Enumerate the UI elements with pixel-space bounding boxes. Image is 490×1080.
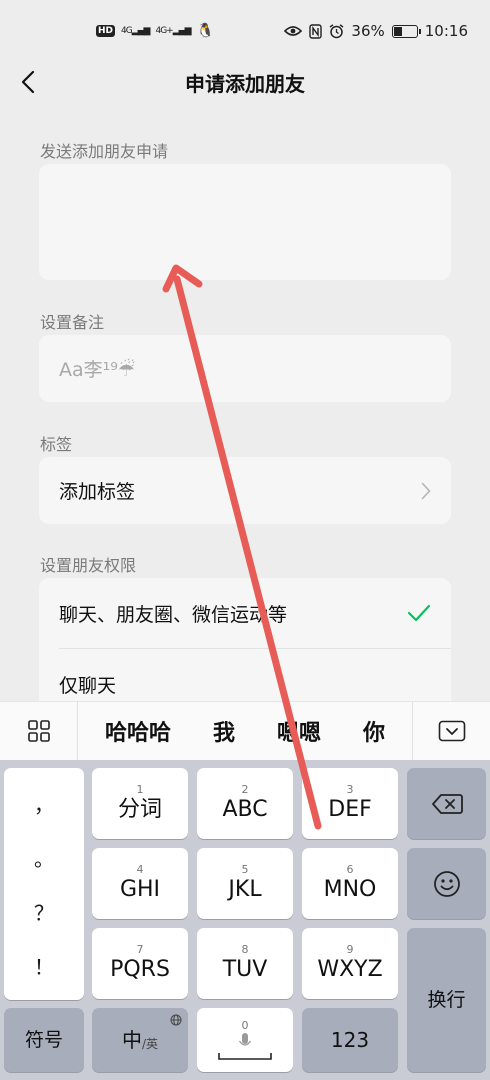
enter-key[interactable]: 换行 <box>407 928 486 1072</box>
request-message-input[interactable] <box>39 164 451 280</box>
signal-4g-plus-label: 4G+ <box>155 26 173 36</box>
signal-4g-plus-icon: 4G+▂▄▆ <box>155 26 191 36</box>
request-label: 发送添加朋友申请 <box>40 142 169 161</box>
chevron-right-icon <box>421 482 431 499</box>
backspace-icon <box>431 793 463 814</box>
key-9[interactable]: 9 WXYZ <box>302 928 398 999</box>
key-label: GHI <box>119 876 161 902</box>
key-label: WXYZ <box>317 956 383 982</box>
key-label: 分词 <box>117 796 162 822</box>
punct-key[interactable]: ！ <box>34 951 54 980</box>
key-label: MNO <box>323 876 377 902</box>
status-right: 36% 10:16 <box>284 22 468 40</box>
punct-key[interactable]: ， <box>34 789 54 818</box>
alarm-icon <box>330 23 344 38</box>
numbers-label: 123 <box>330 1028 370 1052</box>
key-1[interactable]: 1 分词 <box>92 768 188 839</box>
punctuation-column: ， 。 ？ ！ <box>4 768 84 1000</box>
key-number: 8 <box>241 942 249 956</box>
nfc-icon <box>309 23 323 39</box>
key-number: 5 <box>241 862 249 876</box>
key-3[interactable]: 3 DEF <box>302 768 398 839</box>
candidate-word[interactable]: 嗯嗯 <box>277 715 321 747</box>
enter-label: 换行 <box>427 989 466 1011</box>
eye-icon <box>284 26 303 36</box>
numbers-key[interactable]: 123 <box>302 1008 398 1072</box>
remark-input[interactable]: Aa李¹⁹☔ <box>39 335 451 402</box>
candidate-word[interactable]: 哈哈哈 <box>105 715 171 747</box>
nav-bar: 申请添加朋友 <box>0 62 490 102</box>
space-key[interactable]: 0 <box>197 1008 293 1072</box>
key-5[interactable]: 5 JKL <box>197 848 293 919</box>
symbols-label: 符号 <box>24 1029 63 1051</box>
key-number: 2 <box>241 782 249 796</box>
key-number: 3 <box>346 782 354 796</box>
key-label: PQRS <box>110 956 170 982</box>
key-label: JKL <box>228 876 262 902</box>
globe-icon <box>170 1014 182 1026</box>
key-number: 0 <box>241 1019 249 1032</box>
tags-label: 标签 <box>40 435 73 454</box>
key-8[interactable]: 8 TUV <box>197 928 293 999</box>
remark-label: 设置备注 <box>40 313 105 332</box>
candidate-word[interactable]: 你 <box>363 715 385 747</box>
qq-icon: 🐧 <box>196 23 214 39</box>
key-label: ABC <box>222 796 268 822</box>
permissions-label: 设置朋友权限 <box>40 556 137 575</box>
smiley-icon <box>433 870 460 897</box>
permission-option-label: 仅聊天 <box>59 674 117 697</box>
battery-percent: 36% <box>351 22 385 40</box>
candidate-words: 哈哈哈 我 嗯嗯 你 <box>78 715 412 747</box>
battery-icon <box>391 24 421 38</box>
permission-option-label: 聊天、朋友圈、微信运动等 <box>59 603 288 626</box>
remark-placeholder: Aa李¹⁹☔ <box>59 359 135 381</box>
punct-key[interactable]: 。 <box>34 843 54 872</box>
lang-sub-label: /英 <box>141 1036 159 1051</box>
add-tag-button[interactable]: 添加标签 <box>39 457 451 524</box>
key-number: 4 <box>136 862 144 876</box>
key-number: 6 <box>346 862 354 876</box>
keyboard-menu-icon[interactable] <box>0 702 78 760</box>
keyboard: ， 。 ？ ！ 1 分词 2 ABC 3 DEF 4 GHI 5 JKL 6 M… <box>0 760 490 1080</box>
page-title: 申请添加朋友 <box>185 71 305 96</box>
hd-badge: HD <box>96 25 116 37</box>
clock: 10:16 <box>424 22 468 40</box>
key-number: 1 <box>136 782 144 796</box>
key-4[interactable]: 4 GHI <box>92 848 188 919</box>
candidate-bar: 哈哈哈 我 嗯嗯 你 <box>0 701 490 760</box>
key-label: DEF <box>328 796 372 822</box>
collapse-keyboard-icon[interactable] <box>412 702 490 760</box>
key-label: TUV <box>222 956 268 982</box>
space-bar-icon <box>218 1053 272 1060</box>
microphone-icon <box>238 1033 252 1046</box>
back-icon[interactable] <box>14 66 42 98</box>
check-icon <box>407 604 431 622</box>
key-number: 9 <box>346 942 354 956</box>
status-bar: HD 4G▂▄▆ 4G+▂▄▆ 🐧 36% 10:16 <box>0 0 490 62</box>
key-6[interactable]: 6 MNO <box>302 848 398 919</box>
signal-4g-label: 4G <box>121 26 133 36</box>
language-switch-key[interactable]: 中 /英 <box>92 1008 188 1072</box>
backspace-key[interactable] <box>407 768 486 839</box>
add-tag-label: 添加标签 <box>59 481 136 503</box>
battery-fill <box>393 26 402 36</box>
key-7[interactable]: 7 PQRS <box>92 928 188 999</box>
punct-key[interactable]: ？ <box>34 897 54 926</box>
permission-option-all[interactable]: 聊天、朋友圈、微信运动等 <box>39 578 451 648</box>
emoji-key[interactable] <box>407 848 486 919</box>
lang-main-label: 中 <box>121 1028 142 1052</box>
key-number: 7 <box>136 942 144 956</box>
status-left: HD 4G▂▄▆ 4G+▂▄▆ 🐧 <box>96 23 214 39</box>
key-2[interactable]: 2 ABC <box>197 768 293 839</box>
candidate-word[interactable]: 我 <box>213 715 235 747</box>
symbols-key[interactable]: 符号 <box>4 1008 84 1072</box>
signal-4g-icon: 4G▂▄▆ <box>121 26 150 36</box>
